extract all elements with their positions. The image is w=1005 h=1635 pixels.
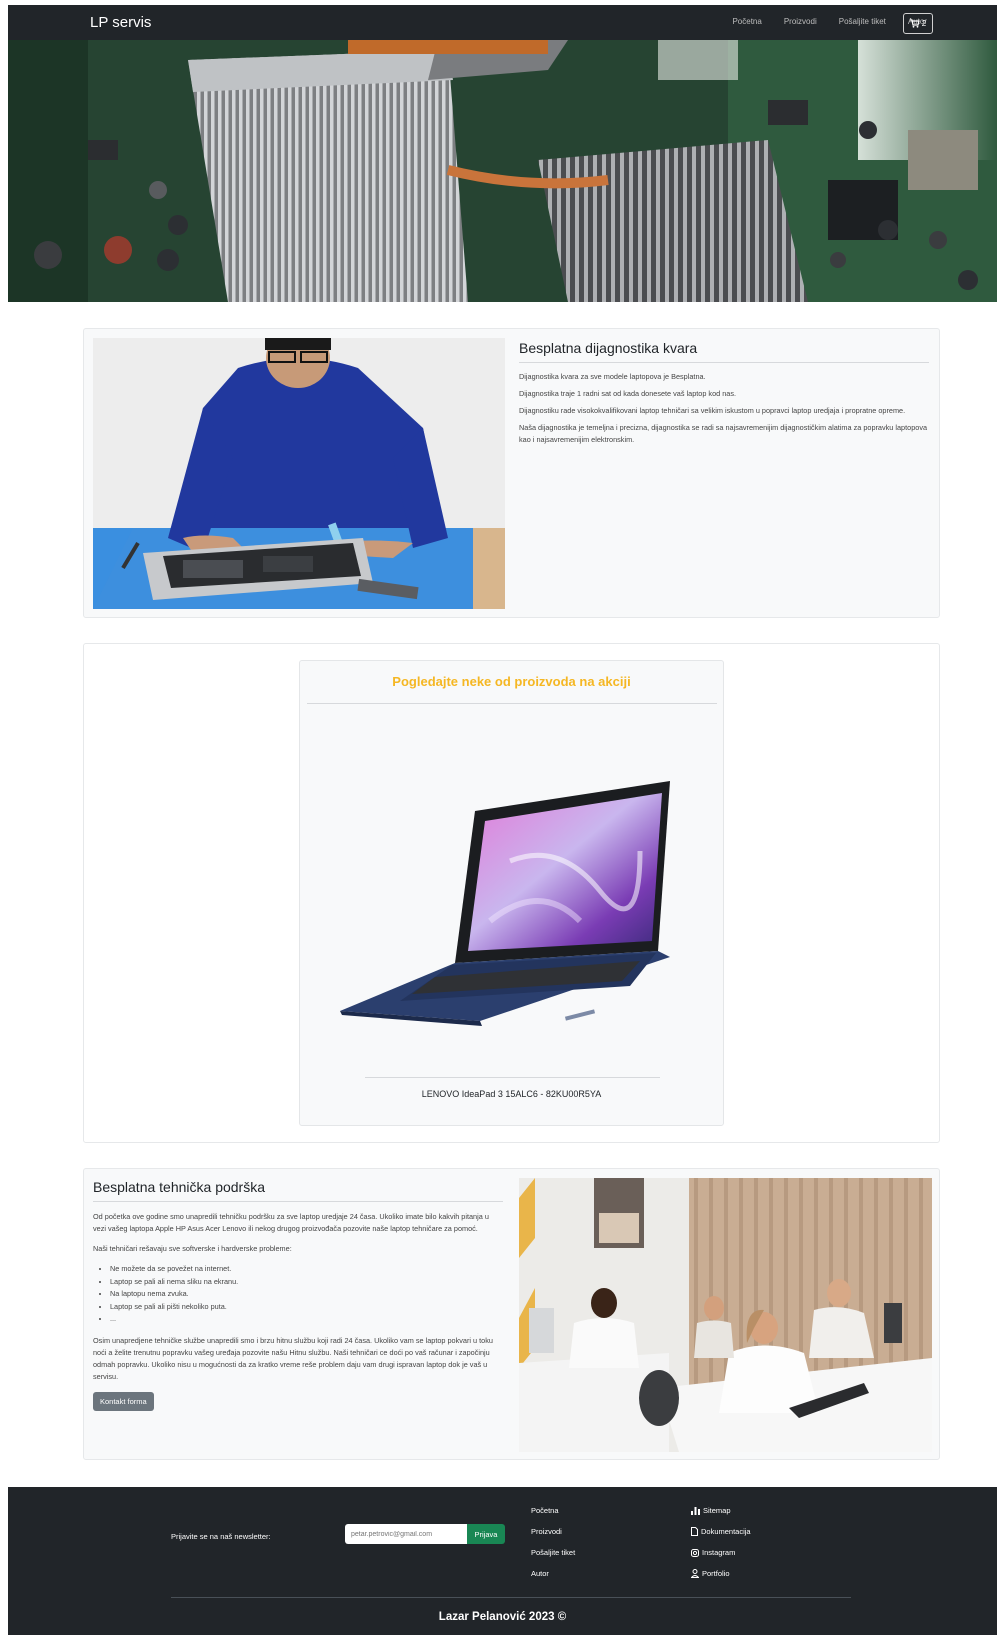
newsletter-label: Prijavite se na naš newsletter: bbox=[171, 1532, 271, 1541]
newsletter-email-input[interactable] bbox=[345, 1524, 467, 1544]
title-divider bbox=[519, 362, 929, 363]
cart-icon bbox=[909, 19, 920, 28]
nav-link-proizvodi[interactable]: Proizvodi bbox=[784, 17, 817, 26]
support-outro: Osim unapredjene tehničke službe unapred… bbox=[93, 1335, 493, 1381]
instagram-icon bbox=[691, 1548, 699, 1557]
footer-link-label: Sitemap bbox=[703, 1506, 731, 1515]
diagnostics-card: Besplatna dijagnostika kvara Dijagnostik… bbox=[83, 328, 940, 618]
product-divider bbox=[365, 1077, 660, 1078]
newsletter-submit-button[interactable]: Prijava bbox=[467, 1524, 505, 1544]
nav-link-pocetna[interactable]: Početna bbox=[732, 17, 761, 26]
document-icon bbox=[691, 1527, 698, 1536]
footer: Prijavite se na naš newsletter: Prijava … bbox=[8, 1487, 997, 1635]
hero-circuit-board-image bbox=[8, 40, 997, 302]
product-name[interactable]: LENOVO IdeaPad 3 15ALC6 - 82KU00R5YA bbox=[300, 1089, 723, 1099]
footer-link-dokumentacija[interactable]: Dokumentacija bbox=[691, 1521, 751, 1542]
list-item: ... bbox=[110, 1313, 503, 1326]
footer-resources: Sitemap Dokumentacija Instagram Portfoli… bbox=[691, 1500, 751, 1584]
footer-divider bbox=[171, 1597, 851, 1598]
list-item: Ne možete da se povežet na internet. bbox=[110, 1263, 503, 1276]
support-card: Besplatna tehnička podrška Od početka ov… bbox=[83, 1168, 940, 1460]
nav-links: Početna Proizvodi Pošaljite tiket Autor bbox=[732, 17, 927, 26]
promo-card[interactable]: Pogledajte neke od proizvoda na akciji L… bbox=[299, 660, 724, 1126]
laptop-product-image[interactable] bbox=[340, 781, 685, 1036]
footer-links: Početna Proizvodi Pošaljite tiket Autor bbox=[531, 1500, 575, 1584]
footer-link-label: Portfolio bbox=[702, 1569, 730, 1578]
diagnostics-paragraph: Dijagnostika traje 1 radni sat od kada d… bbox=[519, 389, 737, 398]
footer-link-label: Proizvodi bbox=[531, 1527, 562, 1536]
footer-link-portfolio[interactable]: Portfolio bbox=[691, 1563, 751, 1584]
diagnostics-title: Besplatna dijagnostika kvara bbox=[519, 340, 698, 356]
footer-link-label: Dokumentacija bbox=[701, 1527, 751, 1536]
footer-link-label: Početna bbox=[531, 1506, 559, 1515]
diagnostics-paragraph: Dijagnostika kvara za sve modele laptopo… bbox=[519, 372, 706, 381]
footer-link-pocetna[interactable]: Početna bbox=[531, 1500, 575, 1521]
list-item: Laptop se pali ali pišti nekoliko puta. bbox=[110, 1301, 503, 1314]
contact-form-button[interactable]: Kontakt forma bbox=[93, 1391, 154, 1411]
cart-button[interactable]: 2 bbox=[903, 13, 933, 34]
support-text: Besplatna tehnička podrška Od početka ov… bbox=[93, 1179, 503, 1411]
footer-link-label: Autor bbox=[531, 1569, 549, 1578]
footer-link-instagram[interactable]: Instagram bbox=[691, 1542, 751, 1563]
diagnostics-paragraph: Dijagnostiku rade visokokvalifikovani la… bbox=[519, 406, 906, 415]
sitemap-icon bbox=[691, 1506, 700, 1515]
footer-link-proizvodi[interactable]: Proizvodi bbox=[531, 1521, 575, 1542]
problems-list: Ne možete da se povežet na internet. Lap… bbox=[110, 1263, 503, 1326]
title-divider bbox=[93, 1201, 503, 1202]
support-title: Besplatna tehnička podrška bbox=[93, 1179, 265, 1195]
problems-heading: Naši tehničari rešavaju sve softverske i… bbox=[93, 1244, 292, 1253]
navbar: LP servis Početna Proizvodi Pošaljite ti… bbox=[8, 5, 997, 40]
technician-repairing-laptop-image bbox=[93, 338, 505, 609]
cart-count: 2 bbox=[921, 19, 927, 28]
support-intro: Od početka ove godine smo unapredili teh… bbox=[93, 1212, 489, 1233]
person-icon bbox=[691, 1569, 699, 1578]
footer-link-label: Pošaljite tiket bbox=[531, 1548, 576, 1557]
diagnostics-paragraph: Naša dijagnostika je temeljna i precizna… bbox=[519, 423, 928, 444]
brand-logo[interactable]: LP servis bbox=[90, 14, 151, 31]
promo-divider bbox=[307, 703, 717, 704]
footer-link-sitemap[interactable]: Sitemap bbox=[691, 1500, 751, 1521]
promo-title: Pogledajte neke od proizvoda na akciji bbox=[392, 674, 631, 689]
call-center-image bbox=[519, 1178, 932, 1452]
copyright: Lazar Pelanović 2023 © bbox=[438, 1611, 567, 1623]
footer-link-tiket[interactable]: Pošaljite tiket bbox=[531, 1542, 575, 1563]
diagnostics-text: Besplatna dijagnostika kvara Dijagnostik… bbox=[519, 340, 929, 451]
footer-link-label: Instagram bbox=[702, 1548, 736, 1557]
nav-link-tiket[interactable]: Pošaljite tiket bbox=[839, 17, 886, 26]
footer-link-autor[interactable]: Autor bbox=[531, 1563, 575, 1584]
list-item: Na laptopu nema zvuka. bbox=[110, 1288, 503, 1301]
promo-section: Pogledajte neke od proizvoda na akciji L… bbox=[83, 643, 940, 1143]
list-item: Laptop se pali ali nema sliku na ekranu. bbox=[110, 1276, 503, 1289]
